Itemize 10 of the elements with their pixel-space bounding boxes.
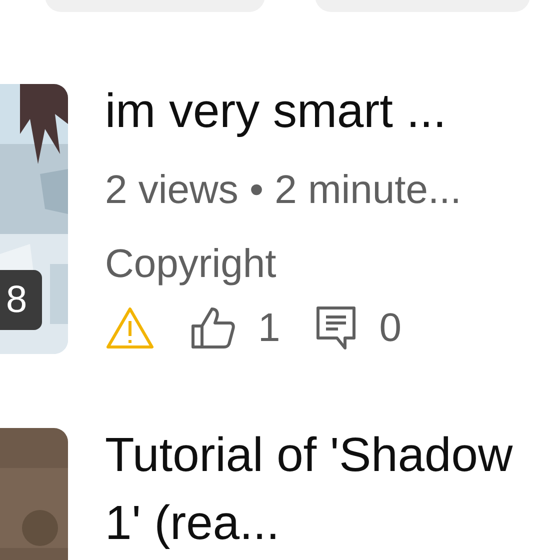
duration-badge: 8	[0, 270, 42, 330]
comment-icon[interactable]	[315, 305, 358, 351]
video-meta: 2 views • 2 minute...	[105, 167, 462, 214]
warning-icon[interactable]	[105, 306, 155, 350]
restriction-label: Copyright	[105, 241, 278, 288]
video-title[interactable]: im very smart ...	[105, 78, 525, 146]
comment-count: 0	[379, 305, 402, 352]
thumbs-up-icon[interactable]	[190, 306, 236, 350]
video-title[interactable]: Tutorial of 'Shadow 1' (rea...	[105, 422, 525, 558]
like-count: 1	[258, 305, 280, 352]
